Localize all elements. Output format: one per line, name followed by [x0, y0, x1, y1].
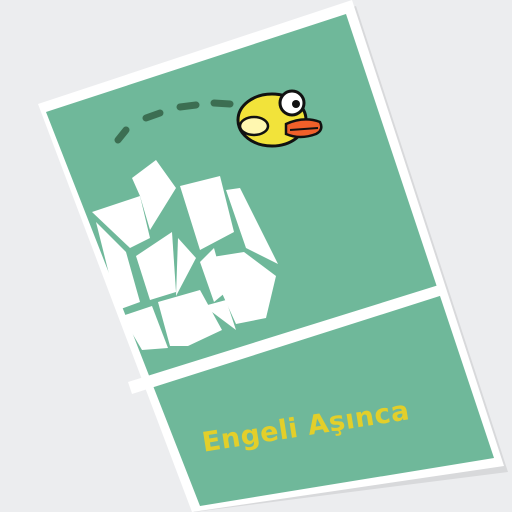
- photo-scene: Engeli Aşınca: [0, 0, 512, 512]
